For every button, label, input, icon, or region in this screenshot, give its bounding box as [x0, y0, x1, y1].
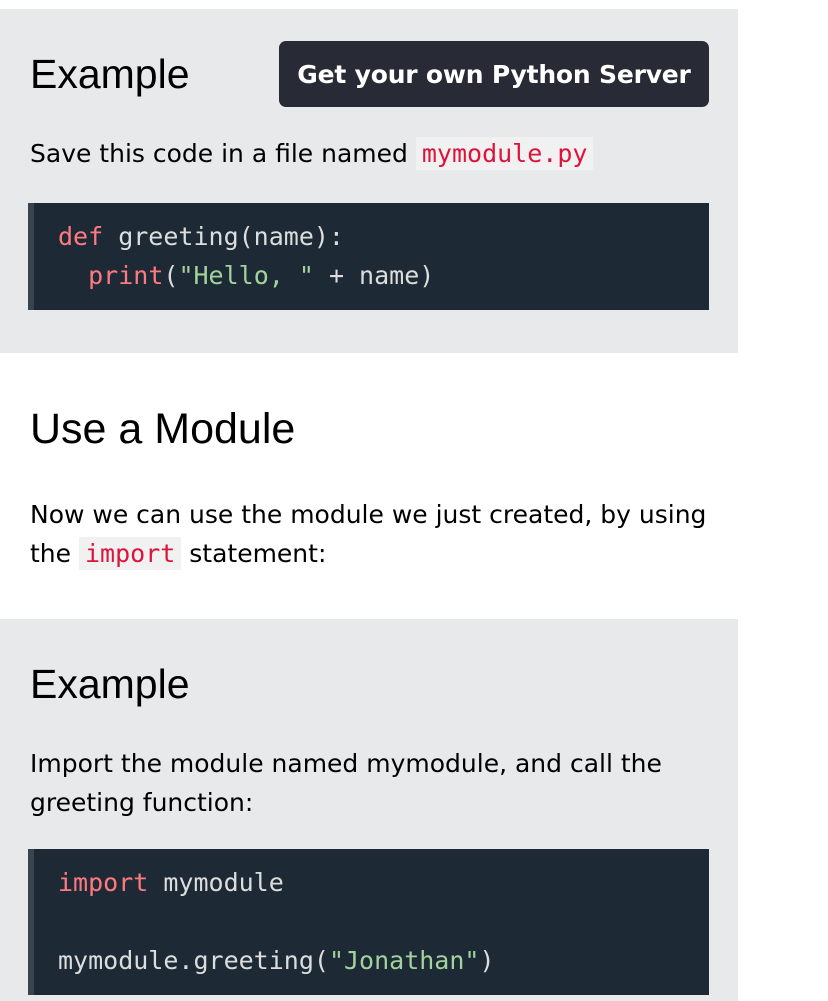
code-line: import mymodule — [58, 863, 284, 902]
code-string: "Jonathan" — [328, 946, 480, 975]
get-python-server-button[interactable]: Get your own Python Server — [279, 41, 709, 107]
code-line: mymodule.greeting("Jonathan") — [58, 941, 495, 980]
example-description: Import the module named mymodule, and ca… — [30, 749, 662, 817]
description-text: Save this code in a file named — [30, 139, 416, 168]
code-line: print("Hello, " + name) — [58, 256, 434, 295]
code-string: "Hello, " — [178, 261, 314, 290]
code-function: print — [88, 261, 164, 290]
example-heading: Example — [30, 661, 190, 707]
right-gutter — [738, 0, 828, 1001]
main-content: Example Get your own Python Server Save … — [0, 0, 738, 1001]
code-text: ) — [479, 946, 495, 975]
paragraph-text: statement: — [181, 539, 327, 568]
code-block: import mymodule mymodule.greeting("Jonat… — [28, 849, 709, 995]
section-heading: Use a Module — [30, 405, 296, 453]
section-paragraph: Now we can use the module we just create… — [30, 495, 720, 573]
code-text: mymodule — [148, 868, 284, 897]
example-heading: Example — [30, 51, 190, 97]
code-text: + name) — [313, 261, 435, 290]
code-keyword: def — [58, 222, 104, 251]
example-box: Example Get your own Python Server Save … — [0, 9, 738, 353]
example-description: Save this code in a file named mymodule.… — [30, 134, 710, 173]
code-text: mymodule.greeting( — [58, 946, 329, 975]
code-block: def greeting(name): print("Hello, " + na… — [28, 203, 709, 310]
code-keyword: import — [58, 868, 149, 897]
example-box: Example Import the module named mymodule… — [0, 619, 738, 1001]
import-inline-code: import — [78, 537, 182, 570]
code-line: def greeting(name): — [58, 217, 344, 256]
code-text: greeting(name): — [103, 222, 344, 251]
code-text: ( — [163, 261, 179, 290]
filename-inline-code: mymodule.py — [415, 137, 594, 170]
